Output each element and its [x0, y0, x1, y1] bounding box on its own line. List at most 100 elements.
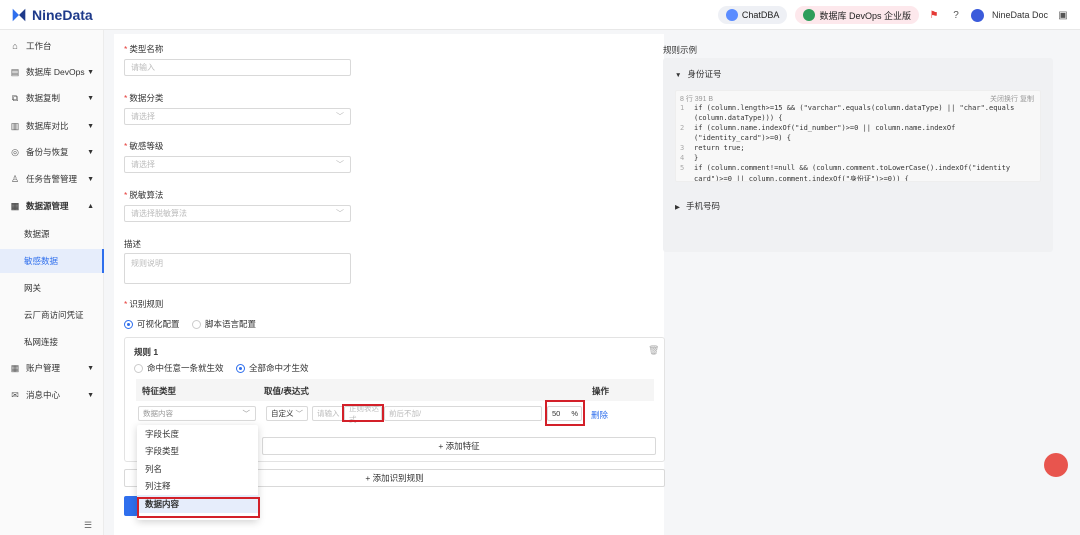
col-feature-type: 特征类型: [142, 386, 177, 396]
sidebar-item-label: 任务告警管理: [26, 174, 78, 184]
message-icon: ✉: [11, 389, 19, 400]
chevron-down-icon: ﹀: [295, 409, 304, 418]
submit-button[interactable]: [124, 496, 138, 516]
col-action: 操作: [592, 386, 610, 396]
add-feature-button[interactable]: + 添加特征: [262, 437, 656, 455]
chevron-down-icon: ▼: [87, 122, 94, 130]
sidebar-item-label: 账户管理: [26, 363, 61, 373]
chevron-down-icon: ▼: [87, 68, 94, 76]
all-match-radio[interactable]: 全部命中才生效: [236, 362, 309, 374]
rule-title: 规则 1: [134, 347, 159, 357]
sidebar-item-label: 数据源管理: [26, 201, 69, 211]
sidebar-item-backup[interactable]: ◎ 备份与恢复 ▼: [0, 140, 104, 164]
sidebar-item-replication[interactable]: ⧉ 数据复制 ▼: [0, 86, 104, 110]
rule-table-header: 特征类型 取值/表达式 操作: [136, 379, 654, 401]
sidebar-item-label: 数据库 DevOps: [26, 67, 85, 77]
description-textarea[interactable]: 规则说明: [124, 253, 351, 284]
data-category-label: * 数据分类: [124, 93, 164, 103]
account-icon: ▦: [10, 362, 20, 373]
edition-label: 数据库 DevOps 企业版: [819, 10, 911, 21]
database-icon: ▤: [10, 66, 20, 77]
sidebar-item-label: 数据库对比: [26, 121, 69, 131]
sidebar-item-compare[interactable]: ▥ 数据库对比 ▼: [0, 114, 104, 138]
any-match-radio[interactable]: 命中任意一条就生效: [134, 362, 224, 374]
highlight-regex: [342, 404, 384, 422]
sidebar-item-gateway[interactable]: 网关: [0, 276, 104, 300]
sidebar-item-alarm[interactable]: ♙ 任务告警管理 ▼: [0, 167, 104, 191]
section-id-card[interactable]: ▼ 身份证号: [675, 68, 721, 80]
sidebar: ⌂ 工作台 ▤ 数据库 DevOps ▼ ⧉ 数据复制 ▼ ▥ 数据库对比 ▼ ◎ 备份与恢复 ▼…: [0, 30, 104, 535]
trash-icon[interactable]: 🗑: [648, 345, 659, 356]
sidebar-item-private-link[interactable]: 私网连接: [0, 330, 104, 354]
collapse-sidebar-icon[interactable]: ☰: [84, 520, 92, 531]
assistant-avatar[interactable]: [1044, 453, 1068, 477]
dropdown-option-colname[interactable]: 列名: [137, 460, 258, 478]
expr-suffix-input[interactable]: 前后不加/: [384, 406, 542, 421]
chevron-down-icon: ﹀: [242, 409, 251, 418]
devices-icon[interactable]: ▣: [1056, 8, 1070, 22]
chevron-down-icon: ﹀: [336, 160, 344, 169]
visual-config-radio[interactable]: 可视化配置: [124, 318, 180, 330]
chevron-down-icon: ▼: [87, 391, 94, 399]
notification-icon[interactable]: ⚑: [927, 8, 941, 22]
datasource-icon: ▦: [10, 200, 20, 211]
masking-select[interactable]: 请选择脱敏算法 ﹀: [124, 205, 351, 222]
chevron-down-icon: ▼: [87, 148, 94, 156]
type-name-input[interactable]: 请输入: [124, 59, 351, 76]
doc-link[interactable]: NineData Doc: [992, 10, 1048, 20]
alarm-icon: ♙: [10, 173, 20, 184]
chevron-down-icon: ﹀: [336, 209, 344, 218]
sidebar-item-workbench[interactable]: ⌂ 工作台: [0, 34, 104, 58]
type-name-label: * 类型名称: [124, 44, 164, 54]
rule-mode-group: 命中任意一条就生效 全部命中才生效: [134, 362, 319, 375]
sensitivity-select[interactable]: 请选择 ﹀: [124, 156, 351, 173]
brand-logo[interactable]: NineData: [10, 6, 93, 24]
chatdba-button[interactable]: ChatDBA: [717, 6, 788, 24]
sidebar-item-devops[interactable]: ▤ 数据库 DevOps ▼: [0, 60, 104, 84]
script-config-radio[interactable]: 脚本语言配置: [192, 318, 256, 330]
sidebar-item-sensitive[interactable]: 敏感数据: [0, 249, 104, 273]
copy-icon: ⧉: [11, 92, 19, 103]
rules-mode-group: 可视化配置 脚本语言配置: [124, 318, 266, 331]
sidebar-item-label: 备份与恢复: [26, 147, 69, 157]
chevron-up-icon: ▲: [87, 202, 94, 210]
example-box: ▼ 身份证号 8 行 391 B 关闭换行 复制 1 if (column.leng…: [663, 58, 1053, 252]
sidebar-item-label: 私网连接: [24, 337, 59, 347]
sidebar-item-datasource[interactable]: 数据源: [0, 222, 104, 246]
highlight-dropdown-selected: [137, 497, 260, 518]
help-icon[interactable]: ?: [949, 8, 963, 22]
dropdown-option-type[interactable]: 字段类型: [137, 443, 258, 461]
code-line: 1 if (column.length>=15 && ("varchar".equ…: [680, 104, 1015, 112]
chatdba-icon: [725, 9, 738, 21]
edition-button[interactable]: 数据库 DevOps 企业版: [795, 6, 919, 24]
data-category-select[interactable]: 请选择 ﹀: [124, 108, 351, 125]
home-icon: ⌂: [12, 41, 18, 51]
sidebar-item-account[interactable]: ▦ 账户管理 ▼: [0, 356, 104, 380]
feature-type-select[interactable]: 数据内容 ﹀: [138, 406, 256, 421]
chevron-down-icon: ﹀: [336, 112, 344, 121]
caret-right-icon: ▶: [675, 204, 680, 211]
sidebar-item-label: 消息中心: [26, 390, 61, 400]
section-phone[interactable]: ▶ 手机号码: [675, 200, 720, 212]
match-mode-select[interactable]: 自定义 ﹀: [266, 406, 308, 421]
chevron-down-icon: ▼: [87, 364, 94, 372]
sidebar-item-credentials[interactable]: 云厂商访问凭证: [0, 303, 104, 327]
code-line: 5 if (column.comment!=null && (column.co…: [680, 164, 1011, 172]
dropdown-option-comment[interactable]: 列注释: [137, 478, 258, 496]
sidebar-item-label: 数据源: [24, 229, 50, 239]
code-line: ("identity_card")>=0) {: [694, 134, 791, 142]
chatdba-label: ChatDBA: [741, 10, 780, 20]
dropdown-option-length[interactable]: 字段长度: [137, 425, 258, 443]
backup-icon: ◎: [11, 146, 19, 157]
expr-input-1[interactable]: 请输入: [312, 406, 344, 421]
caret-down-icon: ▼: [675, 72, 682, 79]
code-meta: 8 行 391 B: [680, 96, 714, 103]
sidebar-item-message[interactable]: ✉ 消息中心 ▼: [0, 383, 104, 407]
highlight-percent: [545, 400, 585, 426]
code-line: (column.dataType))) {: [694, 114, 783, 122]
delete-link[interactable]: 删除: [591, 409, 608, 421]
user-avatar[interactable]: [970, 8, 984, 22]
code-line: 3 return true;: [680, 144, 745, 152]
sidebar-item-datasource-mgmt[interactable]: ▦ 数据源管理 ▲: [0, 194, 104, 218]
code-actions[interactable]: 关闭换行 复制: [990, 94, 1034, 104]
